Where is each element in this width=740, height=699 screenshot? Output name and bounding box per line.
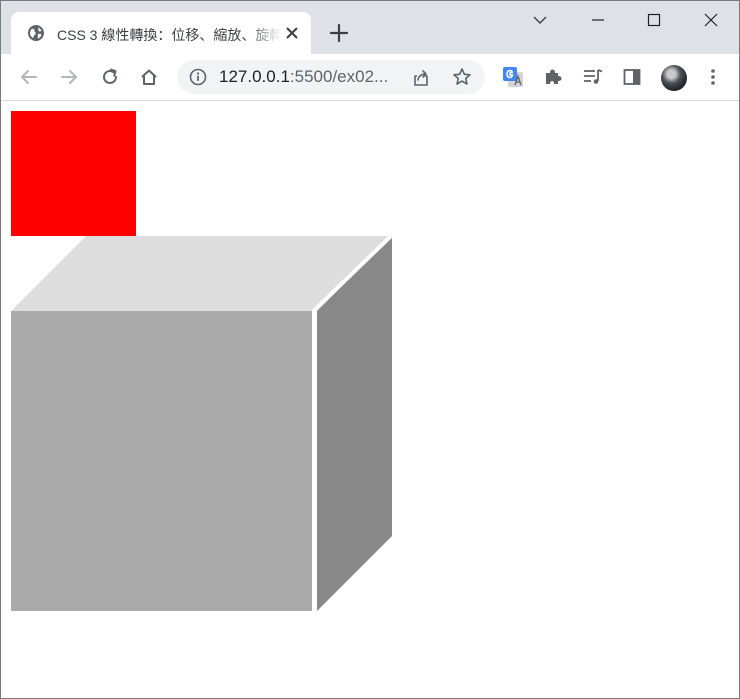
browser-tab[interactable]: CSS 3 線性轉換：位移、縮放、旋轉: [11, 12, 311, 54]
browser-window: CSS 3 線性轉換：位移、縮放、旋轉 127.0.0.1:5500/ex02.…: [0, 0, 740, 699]
close-tab-icon[interactable]: [283, 24, 301, 42]
browser-toolbar: 127.0.0.1:5500/ex02...: [1, 54, 739, 101]
home-icon: [141, 69, 157, 85]
bookmark-star-icon[interactable]: [452, 67, 472, 87]
url-text[interactable]: 127.0.0.1:5500/ex02...: [219, 67, 404, 87]
site-info-icon[interactable]: [189, 68, 207, 86]
translate-extension-button[interactable]: [501, 65, 525, 89]
forward-button[interactable]: [57, 65, 81, 89]
new-tab-icon[interactable]: [327, 21, 351, 45]
tab-title: CSS 3 線性轉換：位移、縮放、旋轉: [57, 27, 281, 43]
chevron-down-icon: [533, 16, 547, 24]
minimize-icon: [592, 19, 604, 21]
maximize-button[interactable]: [626, 1, 682, 39]
google-translate-icon: [503, 67, 523, 87]
cube: [11, 236, 392, 611]
extensions-button[interactable]: [541, 65, 565, 89]
tab-strip: CSS 3 線性轉換：位移、縮放、旋轉: [1, 1, 739, 54]
url-path: :5500/ex02...: [289, 67, 389, 86]
puzzle-extensions-icon: [546, 69, 562, 84]
page-viewport: [1, 101, 739, 698]
url-host: 127.0.0.1: [219, 67, 290, 86]
browser-menu-button[interactable]: [701, 65, 725, 89]
home-button[interactable]: [137, 65, 161, 89]
close-icon: [704, 13, 718, 27]
profile-avatar[interactable]: [661, 65, 687, 91]
reload-button[interactable]: [98, 65, 122, 89]
cube-front-face: [11, 311, 313, 611]
side-panel-icon: [623, 69, 641, 85]
media-queue-icon: [584, 69, 603, 84]
globe-icon: [28, 25, 44, 41]
share-icon[interactable]: [411, 68, 431, 88]
back-arrow-icon: [21, 70, 37, 84]
address-bar[interactable]: 127.0.0.1:5500/ex02...: [177, 60, 485, 94]
maximize-icon: [647, 13, 661, 27]
minimize-button[interactable]: [570, 1, 626, 39]
more-vertical-icon: [711, 69, 715, 85]
reload-icon: [103, 68, 117, 84]
tab-search-button[interactable]: [512, 1, 568, 39]
forward-arrow-icon: [61, 70, 77, 84]
back-button[interactable]: [17, 65, 41, 89]
media-control-button[interactable]: [581, 65, 605, 89]
red-box: [11, 111, 136, 236]
side-panel-button[interactable]: [620, 65, 644, 89]
close-window-button[interactable]: [683, 1, 739, 39]
